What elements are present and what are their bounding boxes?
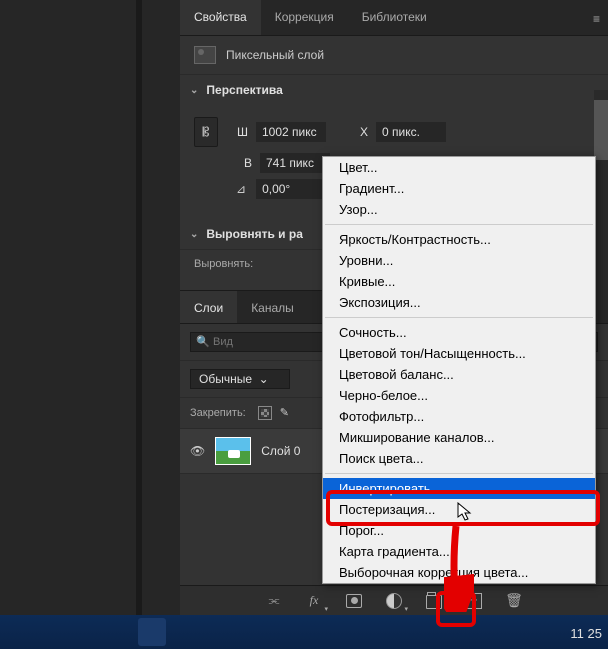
menu-item[interactable]: Цвет...: [323, 157, 595, 178]
new-group-icon[interactable]: [423, 591, 445, 611]
tab-layers[interactable]: Слои: [180, 291, 237, 323]
scrollbar[interactable]: [594, 90, 608, 310]
menu-item[interactable]: Экспозиция...: [323, 292, 595, 313]
align-label: Выровнять:: [194, 258, 253, 270]
panel-menu-icon[interactable]: ≡: [593, 12, 600, 26]
taskbar-app-icon[interactable]: [138, 618, 166, 646]
menu-item[interactable]: Кривые...: [323, 271, 595, 292]
menu-item[interactable]: Сочность...: [323, 322, 595, 343]
lock-label: Закрепить:: [190, 407, 246, 419]
chevron-down-icon: ⌄: [190, 229, 198, 240]
menu-item-invert[interactable]: Инвертировать: [323, 478, 595, 499]
taskbar-clock: 11 25: [570, 626, 602, 641]
angle-input[interactable]: 0,00°: [256, 179, 326, 199]
menu-item[interactable]: Черно-белое...: [323, 385, 595, 406]
chevron-down-icon: ⌄: [190, 85, 198, 96]
menu-item[interactable]: Поиск цвета...: [323, 448, 595, 469]
width-input[interactable]: 1002 пикс: [256, 122, 326, 142]
height-label: В: [236, 156, 252, 170]
fx-icon[interactable]: fx▾: [303, 591, 325, 611]
menu-item[interactable]: Микширование каналов...: [323, 427, 595, 448]
menu-item[interactable]: Карта градиента...: [323, 541, 595, 562]
adjustment-layer-icon[interactable]: ▾: [383, 591, 405, 611]
delete-layer-icon[interactable]: 🗑: [503, 591, 525, 611]
menu-item[interactable]: Фотофильтр...: [323, 406, 595, 427]
height-input[interactable]: 741 пикс: [260, 153, 330, 173]
perspective-header[interactable]: ⌄ Перспектива: [180, 75, 608, 105]
tab-channels[interactable]: Каналы: [237, 291, 308, 323]
layers-bottom-bar: ⫘ fx▾ ▾ 🗑: [180, 585, 608, 615]
layer-type-label: Пиксельный слой: [226, 48, 324, 62]
tab-libraries[interactable]: Библиотеки: [348, 0, 441, 35]
menu-item[interactable]: Яркость/Контрастность...: [323, 229, 595, 250]
tab-properties[interactable]: Свойства: [180, 0, 261, 35]
menu-item[interactable]: Градиент...: [323, 178, 595, 199]
pixel-layer-icon: [194, 46, 216, 64]
angle-icon: ⊿: [236, 182, 246, 196]
mask-icon[interactable]: [343, 591, 365, 611]
lock-transparency-icon[interactable]: [258, 406, 272, 420]
menu-item[interactable]: Порог...: [323, 520, 595, 541]
menu-item[interactable]: Цветовой тон/Насыщенность...: [323, 343, 595, 364]
link-dimensions-icon[interactable]: 𝄡: [194, 117, 218, 147]
perspective-title: Перспектива: [206, 83, 282, 97]
menu-item[interactable]: Уровни...: [323, 250, 595, 271]
search-icon: 🔍: [196, 335, 210, 348]
panel-tabs: Свойства Коррекция Библиотеки ≡: [180, 0, 608, 36]
new-layer-icon[interactable]: [463, 591, 485, 611]
lock-brush-icon[interactable]: ✎: [280, 406, 289, 420]
align-title: Выровнять и ра: [206, 227, 303, 241]
menu-item[interactable]: Узор...: [323, 199, 595, 220]
x-input[interactable]: 0 пикс.: [376, 122, 446, 142]
x-label: X: [352, 125, 368, 139]
visibility-eye-icon[interactable]: 👁: [190, 444, 205, 458]
menu-item[interactable]: Цветовой баланс...: [323, 364, 595, 385]
width-label: Ш: [232, 125, 248, 139]
adjustment-context-menu: Цвет... Градиент... Узор... Яркость/Конт…: [322, 156, 596, 584]
tab-correction[interactable]: Коррекция: [261, 0, 348, 35]
layer-type-row: Пиксельный слой: [180, 36, 608, 75]
menu-item[interactable]: Постеризация...: [323, 499, 595, 520]
windows-taskbar: 11 25: [0, 615, 608, 649]
layer-thumbnail[interactable]: [215, 437, 251, 465]
blend-mode-select[interactable]: Обычные ⌄: [190, 369, 290, 389]
menu-item[interactable]: Выборочная коррекция цвета...: [323, 562, 595, 583]
link-layers-icon[interactable]: ⫘: [263, 591, 285, 611]
layer-name-label[interactable]: Слой 0: [261, 444, 300, 458]
